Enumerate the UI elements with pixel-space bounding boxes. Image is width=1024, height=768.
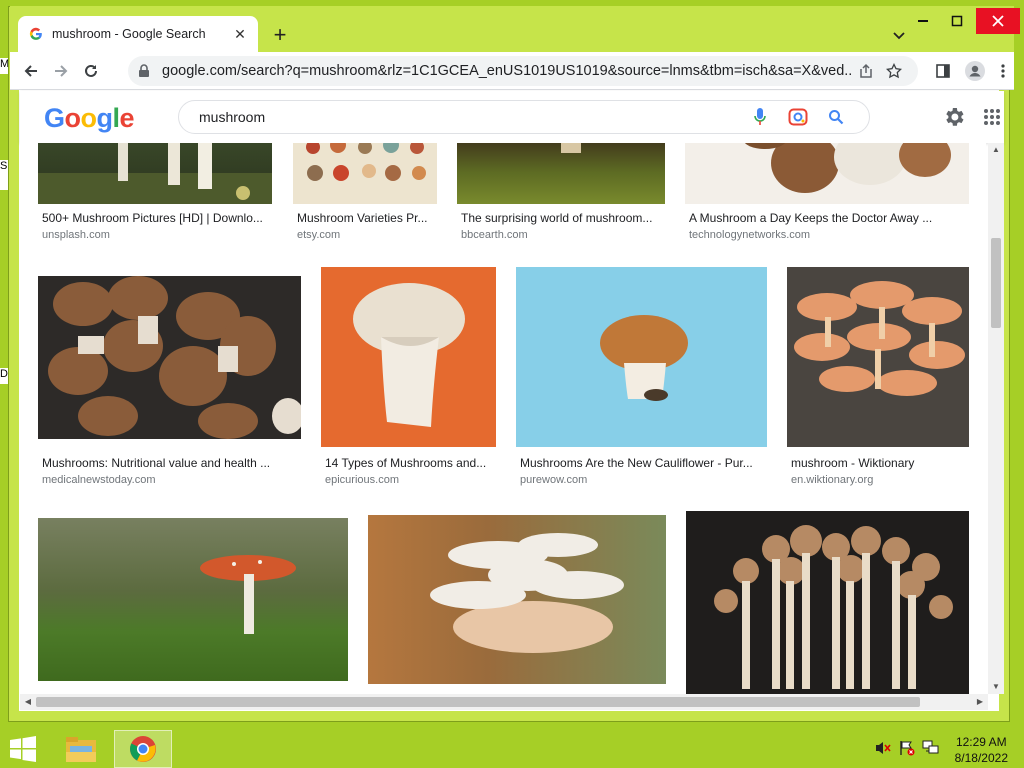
lens-camera-icon[interactable] bbox=[779, 102, 817, 132]
address-bar[interactable]: google.com/search?q=mushroom&rlz=1C1GCEA… bbox=[128, 56, 918, 86]
tab-close-icon[interactable]: ✕ bbox=[232, 26, 248, 42]
result-source[interactable]: purewow.com bbox=[520, 474, 587, 486]
search-box[interactable]: mushroom bbox=[178, 100, 870, 134]
vertical-scrollbar[interactable]: ▲ ▼ bbox=[988, 143, 1004, 694]
share-icon[interactable] bbox=[852, 59, 880, 83]
image-result[interactable] bbox=[368, 515, 666, 694]
google-logo[interactable]: Google bbox=[44, 103, 135, 134]
result-caption[interactable]: Mushrooms: Nutritional value and health … bbox=[42, 456, 301, 470]
clock-time: 12:29 AM bbox=[955, 735, 1007, 749]
image-result[interactable] bbox=[686, 511, 969, 694]
close-window-button[interactable] bbox=[976, 8, 1020, 34]
result-thumbnail[interactable] bbox=[685, 143, 969, 204]
scroll-up-arrow-icon[interactable]: ▲ bbox=[988, 143, 1004, 157]
result-thumbnail[interactable] bbox=[686, 511, 969, 694]
scroll-right-arrow-icon[interactable]: ▶ bbox=[972, 694, 988, 710]
result-thumbnail[interactable] bbox=[787, 267, 969, 447]
result-caption[interactable]: Mushrooms Are the New Cauliflower - Pur.… bbox=[520, 456, 767, 470]
result-source[interactable]: technologynetworks.com bbox=[689, 229, 810, 241]
result-thumbnail[interactable] bbox=[38, 518, 348, 681]
volume-muted-icon[interactable] bbox=[874, 740, 892, 756]
image-result[interactable]: Mushroom Varieties Pr... etsy.com bbox=[293, 143, 437, 243]
result-source[interactable]: unsplash.com bbox=[42, 229, 110, 241]
google-header: Google mushroom bbox=[20, 91, 1004, 143]
vertical-scroll-thumb[interactable] bbox=[991, 238, 1001, 328]
result-thumbnail[interactable] bbox=[457, 143, 665, 204]
result-thumbnail[interactable] bbox=[38, 276, 301, 439]
result-source[interactable]: bbcearth.com bbox=[461, 229, 528, 241]
result-thumbnail[interactable] bbox=[38, 143, 272, 204]
taskbar-clock[interactable]: 12:29 AM 8/18/2022 bbox=[955, 734, 1008, 766]
clock-date: 8/18/2022 bbox=[954, 751, 1008, 765]
google-apps-grid-icon[interactable] bbox=[982, 107, 1002, 127]
chrome-taskbar-icon[interactable] bbox=[114, 730, 172, 768]
result-source[interactable]: epicurious.com bbox=[325, 474, 399, 486]
desktop-fragment-label: S bbox=[0, 160, 8, 172]
image-result[interactable] bbox=[38, 518, 348, 694]
maximize-button[interactable] bbox=[940, 8, 974, 34]
result-caption[interactable]: Mushroom Varieties Pr... bbox=[297, 211, 437, 225]
windows-start-icon[interactable] bbox=[8, 736, 38, 762]
desktop-fragment-label: D bbox=[0, 368, 8, 380]
image-result[interactable]: 14 Types of Mushrooms and... epicurious.… bbox=[321, 267, 496, 490]
result-thumbnail[interactable] bbox=[368, 515, 666, 684]
result-source[interactable]: medicalnewstoday.com bbox=[42, 474, 156, 486]
horizontal-scroll-thumb[interactable] bbox=[36, 697, 920, 707]
tab-strip: mushroom - Google Search ✕ + bbox=[10, 6, 1020, 52]
image-result[interactable]: A Mushroom a Day Keeps the Doctor Away .… bbox=[685, 143, 969, 243]
scroll-left-arrow-icon[interactable]: ◀ bbox=[20, 694, 36, 710]
result-thumbnail[interactable] bbox=[516, 267, 767, 447]
bookmark-star-icon[interactable] bbox=[880, 59, 908, 83]
image-result[interactable]: 500+ Mushroom Pictures [HD] | Downlo... … bbox=[38, 143, 272, 243]
minimize-button[interactable] bbox=[906, 8, 940, 34]
horizontal-scrollbar[interactable]: ◀ ▶ bbox=[20, 694, 988, 710]
image-results-grid: 500+ Mushroom Pictures [HD] | Downlo... … bbox=[20, 143, 986, 694]
result-source[interactable]: en.wiktionary.org bbox=[791, 474, 873, 486]
image-result[interactable]: Mushrooms Are the New Cauliflower - Pur.… bbox=[516, 267, 767, 490]
result-caption[interactable]: 14 Types of Mushrooms and... bbox=[325, 456, 496, 470]
network-icon[interactable] bbox=[922, 740, 940, 756]
file-explorer-icon[interactable] bbox=[52, 730, 110, 768]
url-text[interactable]: google.com/search?q=mushroom&rlz=1C1GCEA… bbox=[162, 63, 852, 79]
result-thumbnail[interactable] bbox=[293, 143, 437, 204]
google-g-icon bbox=[28, 26, 44, 42]
microphone-icon[interactable] bbox=[741, 102, 779, 132]
result-caption[interactable]: 500+ Mushroom Pictures [HD] | Downlo... bbox=[42, 211, 272, 225]
side-panel-icon[interactable] bbox=[928, 56, 958, 86]
browser-toolbar: google.com/search?q=mushroom&rlz=1C1GCEA… bbox=[10, 52, 1014, 90]
forward-button[interactable] bbox=[46, 56, 76, 86]
profile-avatar[interactable] bbox=[960, 56, 990, 86]
result-source[interactable]: etsy.com bbox=[297, 229, 340, 241]
search-input[interactable]: mushroom bbox=[199, 109, 741, 125]
action-center-flag-icon[interactable] bbox=[898, 740, 916, 756]
result-caption[interactable]: A Mushroom a Day Keeps the Doctor Away .… bbox=[689, 211, 969, 225]
back-button[interactable] bbox=[16, 56, 46, 86]
search-icon[interactable] bbox=[817, 102, 855, 132]
tab-title: mushroom - Google Search bbox=[52, 27, 206, 41]
new-tab-button[interactable]: + bbox=[268, 24, 292, 48]
kebab-menu-icon[interactable] bbox=[988, 56, 1018, 86]
reload-button[interactable] bbox=[76, 56, 106, 86]
scroll-down-arrow-icon[interactable]: ▼ bbox=[988, 680, 1004, 694]
image-result[interactable]: mushroom - Wiktionary en.wiktionary.org bbox=[787, 267, 969, 490]
settings-gear-icon[interactable] bbox=[942, 105, 966, 129]
tab-active[interactable]: mushroom - Google Search ✕ bbox=[18, 16, 258, 52]
taskbar: 12:29 AM 8/18/2022 bbox=[0, 728, 1024, 768]
result-caption[interactable]: mushroom - Wiktionary bbox=[791, 456, 969, 470]
result-caption[interactable]: The surprising world of mushroom... bbox=[461, 211, 665, 225]
lock-icon[interactable] bbox=[138, 64, 152, 78]
result-thumbnail[interactable] bbox=[321, 267, 496, 447]
tab-search-chevron-down-icon[interactable] bbox=[892, 28, 906, 42]
image-result[interactable]: Mushrooms: Nutritional value and health … bbox=[38, 276, 301, 490]
image-result[interactable]: The surprising world of mushroom... bbce… bbox=[457, 143, 665, 243]
